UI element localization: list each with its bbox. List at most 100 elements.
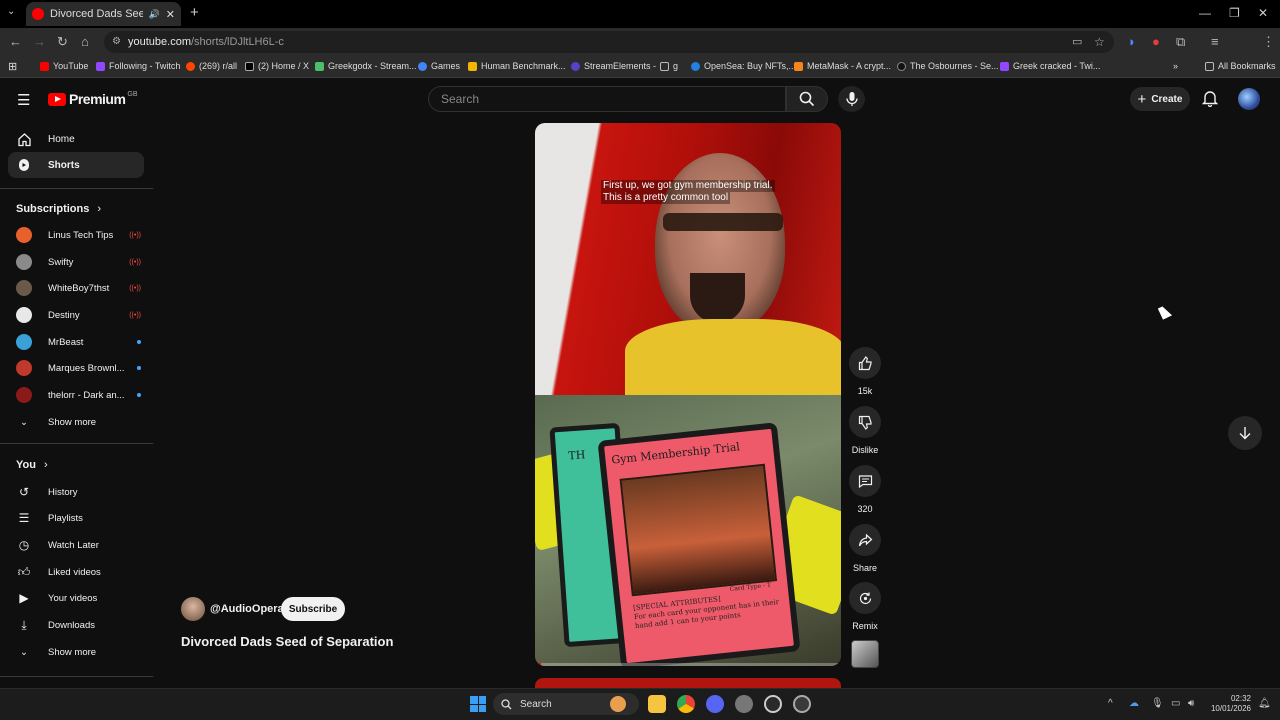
- chrome-icon[interactable]: [677, 695, 695, 713]
- bookmark-item[interactable]: Human Benchmark...: [468, 61, 566, 71]
- remix-button[interactable]: Remix: [849, 582, 881, 631]
- show-more-subscriptions[interactable]: ⌄ Show more: [16, 412, 141, 432]
- apps-grid-icon[interactable]: ⊞: [8, 60, 17, 73]
- bookmark-item[interactable]: Following - Twitch: [96, 61, 180, 71]
- search-icon: [501, 698, 512, 709]
- sidebar-item-history[interactable]: ↺ History: [16, 482, 141, 502]
- sidebar-item-shorts[interactable]: Shorts: [8, 152, 144, 178]
- search-highlight-icon: [610, 696, 626, 712]
- notifications-button[interactable]: [1201, 90, 1219, 112]
- you-heading[interactable]: You ›: [16, 459, 48, 471]
- subscription-item[interactable]: thelorr - Dark an...: [16, 385, 141, 405]
- create-button[interactable]: + Create: [1130, 87, 1190, 111]
- channel-name: thelorr - Dark an...: [48, 389, 125, 401]
- bookmark-item[interactable]: Greekgodx - Stream...: [315, 61, 417, 71]
- voice-search-button[interactable]: [838, 86, 865, 112]
- subscriptions-heading[interactable]: Subscriptions ›: [16, 203, 101, 215]
- subscription-item[interactable]: MrBeast: [16, 332, 141, 352]
- reload-icon[interactable]: ↻: [57, 35, 68, 49]
- bookmark-item[interactable]: Greek cracked - Twi...: [1000, 61, 1100, 71]
- comments-button[interactable]: 320: [849, 465, 881, 514]
- subscribe-button[interactable]: Subscribe: [281, 597, 345, 621]
- subscription-item[interactable]: Destiny ((•)): [16, 305, 141, 325]
- taskbar-search[interactable]: Search: [493, 693, 639, 715]
- search-button[interactable]: [786, 86, 828, 112]
- next-short-preview[interactable]: [535, 678, 841, 688]
- address-bar[interactable]: ⚙ youtube.com/shorts/lDJltLH6L-c: [104, 31, 1114, 53]
- bookmark-folder[interactable]: g: [660, 61, 678, 71]
- onedrive-icon[interactable]: ☁: [1129, 698, 1139, 709]
- subscription-item[interactable]: Marques Brownl...: [16, 358, 141, 378]
- sidebar-item-liked-videos[interactable]: 👍︎ Liked videos: [16, 562, 141, 582]
- sidebar-item-watch-later[interactable]: ◷ Watch Later: [16, 535, 141, 555]
- channel-avatar[interactable]: [181, 597, 205, 621]
- side-card-text: TH: [567, 448, 586, 463]
- discord-icon[interactable]: [706, 695, 724, 713]
- bookmark-item[interactable]: The Osbournes - Se...: [897, 61, 999, 71]
- subscription-item[interactable]: WhiteBoy7thst ((•)): [16, 278, 141, 298]
- cast-icon[interactable]: ▭: [1072, 35, 1082, 49]
- window-minimize-button[interactable]: —: [1199, 6, 1211, 20]
- sidebar-item-label: Your videos: [48, 592, 98, 604]
- bookmark-item[interactable]: (2) Home / X: [245, 61, 309, 71]
- subscription-item[interactable]: Linus Tech Tips ((•)): [16, 225, 141, 245]
- tab-audio-icon[interactable]: 🔊: [149, 9, 160, 20]
- subscription-item[interactable]: Swifty ((•)): [16, 252, 141, 272]
- next-short-button[interactable]: [1228, 416, 1262, 450]
- extension-2-icon[interactable]: ●: [1152, 35, 1160, 49]
- start-button[interactable]: [470, 696, 486, 712]
- bookmark-item[interactable]: YouTube: [40, 61, 88, 71]
- sound-source-thumbnail[interactable]: [851, 640, 879, 668]
- bookmark-star-icon[interactable]: ☆: [1094, 35, 1105, 49]
- tab-close-icon[interactable]: ✕: [166, 8, 175, 21]
- bookmarks-overflow-icon[interactable]: »: [1173, 61, 1178, 71]
- bookmark-item[interactable]: OpenSea: Buy NFTs,...: [691, 61, 796, 71]
- youtube-premium-logo[interactable]: Premium GB: [48, 91, 138, 107]
- notification-center-icon[interactable]: 🔔︎: [1258, 698, 1271, 709]
- media-control-icon[interactable]: ≡: [1211, 35, 1219, 49]
- ccleaner-icon[interactable]: [764, 695, 782, 713]
- short-video-player[interactable]: First up, we got gym membership trial. T…: [535, 123, 841, 666]
- network-icon[interactable]: ▭: [1171, 698, 1180, 709]
- show-more-you[interactable]: ⌄ Show more: [16, 642, 141, 662]
- sidebar-item-home[interactable]: Home: [8, 126, 144, 152]
- bookmark-item[interactable]: Games: [418, 61, 460, 71]
- dislike-button[interactable]: Dislike: [849, 406, 881, 455]
- window-restore-button[interactable]: ❐: [1229, 6, 1240, 20]
- search-input[interactable]: Search: [428, 86, 786, 112]
- site-info-icon[interactable]: ⚙: [112, 36, 121, 47]
- file-explorer-icon[interactable]: [648, 695, 666, 713]
- sidebar-item-your-videos[interactable]: ▶ Your videos: [16, 588, 141, 608]
- browser-toolbar: ← → ↻ ⌂ ⚙ youtube.com/shorts/lDJltLH6L-c…: [0, 28, 1280, 77]
- tray-overflow-icon[interactable]: ^: [1108, 698, 1113, 709]
- back-icon[interactable]: ←: [9, 35, 22, 49]
- all-bookmarks-folder[interactable]: All Bookmarks: [1205, 61, 1276, 71]
- microphone-tray-icon[interactable]: 🎙︎: [1151, 698, 1164, 709]
- window-close-button[interactable]: ✕: [1258, 6, 1268, 20]
- taskbar-clock[interactable]: 02:32 10/01/2026: [1207, 694, 1251, 714]
- browser-menu-icon[interactable]: ⋮: [1262, 35, 1275, 49]
- like-button[interactable]: 15k: [849, 347, 881, 396]
- share-icon: [849, 524, 881, 556]
- bookmark-item[interactable]: MetaMask - A crypt...: [794, 61, 891, 71]
- bookmark-item[interactable]: StreamElements -: [571, 61, 656, 71]
- home-icon[interactable]: ⌂: [81, 35, 89, 49]
- forward-icon[interactable]: →: [33, 35, 46, 49]
- extensions-icon[interactable]: ⧉: [1176, 35, 1185, 49]
- new-content-dot: [137, 393, 141, 397]
- guide-menu-icon[interactable]: ☰: [17, 91, 30, 109]
- app-icon[interactable]: [793, 695, 811, 713]
- extension-1-icon[interactable]: ◗: [1128, 35, 1136, 49]
- share-button[interactable]: Share: [849, 524, 881, 573]
- tab-search-icon[interactable]: ⌄: [7, 6, 15, 17]
- sidebar-item-downloads[interactable]: ⤓ Downloads: [16, 615, 141, 635]
- account-avatar[interactable]: [1238, 88, 1260, 110]
- browser-tab-active[interactable]: Divorced Dads Seed of Sep 🔊 ✕: [26, 2, 181, 26]
- video-progress-bar[interactable]: [535, 663, 841, 666]
- sidebar-item-playlists[interactable]: ☰ Playlists: [16, 508, 141, 528]
- volume-icon[interactable]: 🔊︎: [1188, 698, 1194, 709]
- channel-handle[interactable]: @AudioOpera: [210, 603, 284, 615]
- new-tab-button[interactable]: +: [190, 4, 199, 21]
- settings-icon[interactable]: [735, 695, 753, 713]
- bookmark-item[interactable]: (269) r/all: [186, 61, 237, 71]
